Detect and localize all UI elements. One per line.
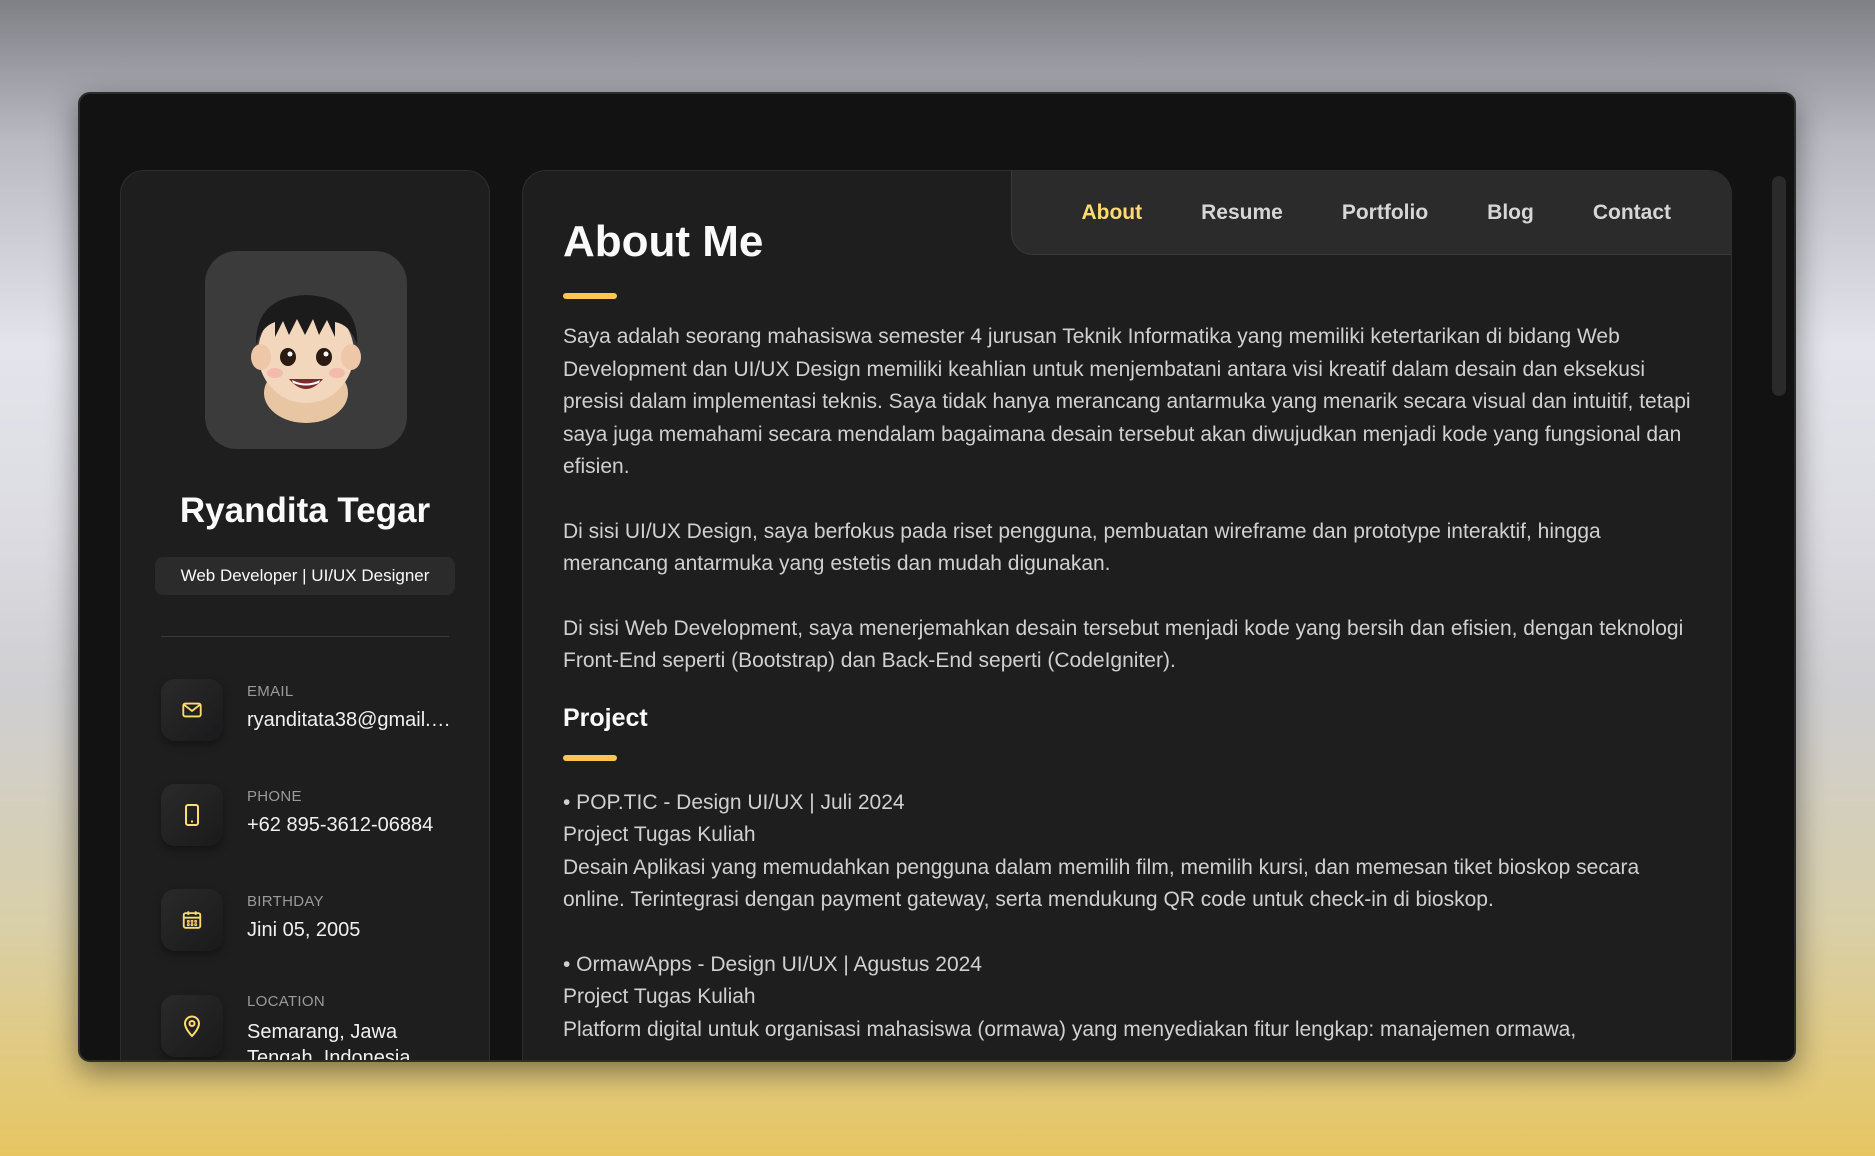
profile-sidebar: Ryandita Tegar Web Developer | UI/UX Des… xyxy=(120,170,490,1062)
project-type: Project Tugas Kuliah xyxy=(563,823,756,846)
contact-label: BIRTHDAY xyxy=(247,893,324,910)
profile-role-badge: Web Developer | UI/UX Designer xyxy=(155,557,455,595)
project-underline xyxy=(563,754,617,761)
project-item: • POP.TIC - Design UI/UX | Juli 2024 Pro… xyxy=(563,787,1693,917)
scrollbar[interactable] xyxy=(1772,176,1786,396)
location-pin-icon xyxy=(161,995,223,1057)
profile-name: Ryandita Tegar xyxy=(179,491,431,530)
about-section: About Me Saya adalah seorang mahasiswa s… xyxy=(563,217,1693,1046)
email-link[interactable]: ryanditata38@gmail.com xyxy=(247,709,453,732)
about-paragraph: Di sisi UI/UX Design, saya berfokus pada… xyxy=(563,519,1601,576)
project-description: Desain Aplikasi yang memudahkan pengguna… xyxy=(563,855,1640,912)
project-title: • OrmawApps - Design UI/UX | Agustus 202… xyxy=(563,952,982,976)
location-value: Semarang, Jawa Tengah, Indonesia xyxy=(247,1021,411,1062)
project-type: Project Tugas Kuliah xyxy=(563,985,756,1008)
contact-birthday: BIRTHDAY Jini 05, 2005 xyxy=(161,889,461,959)
main-panel: About Resume Portfolio Blog Contact Abou… xyxy=(522,170,1732,1060)
project-item: • OrmawApps - Design UI/UX | Agustus 202… xyxy=(563,949,1693,1047)
phone-link[interactable]: +62 895-3612-06884 xyxy=(247,814,453,837)
contact-label: PHONE xyxy=(247,788,302,805)
contact-label: LOCATION xyxy=(247,993,325,1010)
memoji-avatar-icon xyxy=(251,295,361,423)
project-description: Platform digital untuk organisasi mahasi… xyxy=(563,1017,1577,1041)
contact-location: LOCATION Semarang, Jawa Tengah, Indonesi… xyxy=(161,989,461,1062)
about-paragraph: Saya adalah seorang mahasiswa semester 4… xyxy=(563,325,1691,478)
phone-icon xyxy=(161,784,223,846)
calendar-icon xyxy=(161,889,223,951)
contact-label: EMAIL xyxy=(247,683,294,700)
page-title: About Me xyxy=(563,217,764,266)
title-underline xyxy=(563,293,617,299)
birthday-value: Jini 05, 2005 xyxy=(247,919,361,941)
project-title: • POP.TIC - Design UI/UX | Juli 2024 xyxy=(563,790,905,814)
about-paragraph: Di sisi Web Development, saya menerjemah… xyxy=(563,616,1684,673)
divider xyxy=(161,636,449,637)
contact-email: EMAIL ryanditata38@gmail.com xyxy=(161,679,461,749)
project-heading: Project xyxy=(563,703,648,732)
contact-phone: PHONE +62 895-3612-06884 xyxy=(161,784,461,854)
avatar xyxy=(205,251,407,449)
app-window: Ryandita Tegar Web Developer | UI/UX Des… xyxy=(78,92,1796,1062)
mail-icon xyxy=(161,679,223,741)
